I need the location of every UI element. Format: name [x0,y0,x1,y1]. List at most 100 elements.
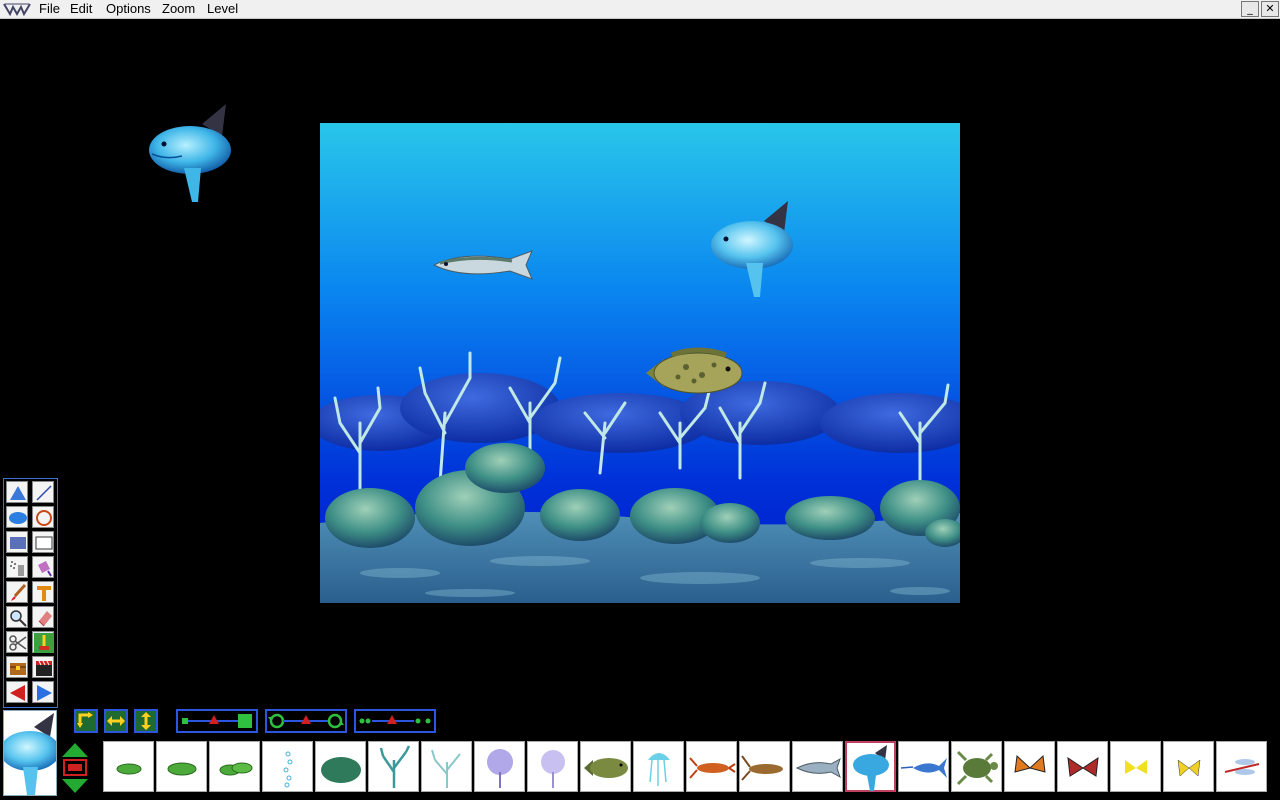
jellyfish-icon [648,753,670,786]
thumb-sea-turtle[interactable] [951,741,1002,792]
branch-coral-icon [379,745,411,788]
butterfly-icon [1125,760,1147,774]
app-logo-icon [3,3,31,17]
dotted-path-icon [359,715,431,724]
sunfish-sprite[interactable] [708,199,798,301]
thumb-red-lobster[interactable] [686,741,737,792]
close-button[interactable]: ✕ [1261,1,1279,17]
menu-options[interactable]: Options [106,1,151,17]
sea-fan-icon [487,749,513,788]
thumb-spiny-lobster[interactable] [739,741,790,792]
sea-fan-icon [541,750,565,788]
triangle-icon [10,486,26,500]
thumb-blue-marlin[interactable] [898,741,949,792]
next-button[interactable] [32,681,54,703]
line-icon [36,485,52,501]
filled-ellipse-tool[interactable] [6,506,28,528]
selected-sprite-preview [3,710,57,796]
sunfish-preview-icon [4,711,56,795]
scene-canvas[interactable] [320,123,960,603]
eraser-tool[interactable] [32,606,54,628]
flip-vertical-icon [136,711,156,731]
ellipse-tool[interactable] [32,506,54,528]
thumb-dragonfly[interactable] [1216,741,1267,792]
menu-level[interactable]: Level [207,1,238,17]
previous-button[interactable] [6,681,28,703]
layer-up-icon[interactable] [62,743,88,757]
magnifier-icon [10,610,27,627]
text-t-icon [37,586,51,601]
lilypad-icon [219,762,253,776]
menu-file[interactable]: File [39,1,60,17]
rectangle-tool[interactable] [32,531,54,553]
lobster-icon [741,755,783,781]
bubbles-icon [283,751,293,788]
arrow-right-icon [37,685,52,701]
paint-bucket-icon [38,561,52,577]
rectangle-icon [35,536,53,550]
thumb-yellow-butterfly[interactable] [1110,741,1161,792]
thumb-purple-sea-fan[interactable] [474,741,525,792]
thumb-grouper[interactable] [580,741,631,792]
thumb-green-lilypad-medium[interactable] [156,741,207,792]
white-coral-icon [431,749,461,788]
thumb-red-butterfly[interactable] [1057,741,1108,792]
rotate-motion-icon [268,713,344,729]
tool-palette [3,478,58,708]
line-tool[interactable] [32,481,54,503]
thumb-yellow-swallowtail[interactable] [1163,741,1214,792]
grouper-icon [584,758,628,778]
thumb-white-coral[interactable] [421,741,472,792]
thumb-bubbles-coral[interactable] [262,741,313,792]
flip-both-button[interactable] [74,709,98,733]
thumb-mackerel[interactable] [792,741,843,792]
floating-sunfish-sprite[interactable] [146,102,236,206]
scissors-tool[interactable] [6,631,28,653]
scissors-icon [9,635,27,651]
thumb-green-lilypad-small[interactable] [103,741,154,792]
eraser-icon [38,611,52,627]
flip-horizontal-icon [106,711,126,731]
menu-bar: File Edit Options Zoom Level _ ✕ [0,0,1280,19]
thumb-brain-coral[interactable] [315,741,366,792]
thumb-jellyfish[interactable] [633,741,684,792]
rotate-motion-button[interactable] [265,709,347,733]
path-motion-button[interactable] [176,709,258,733]
thumb-monarch-butterfly[interactable] [1004,741,1055,792]
zoom-tool[interactable] [6,606,28,628]
flip-both-icon [76,711,96,731]
mackerel-sprite[interactable] [432,247,536,283]
flip-vertical-button[interactable] [134,709,158,733]
lilypad-icon [116,763,142,775]
treasure-chest-tool[interactable] [6,656,28,678]
dotted-path-button[interactable] [354,709,436,733]
thumb-green-lilypad-pair[interactable] [209,741,260,792]
lilypad-icon [167,762,197,776]
underwater-background [320,123,960,603]
butterfly-icon [1014,754,1046,773]
brush-tool[interactable] [6,581,28,603]
butterfly-icon [1177,759,1201,777]
menu-zoom[interactable]: Zoom [162,1,195,17]
thumb-sunfish[interactable] [845,741,896,792]
layer-down-icon[interactable] [62,779,88,793]
filled-rectangle-tool[interactable] [6,531,28,553]
menu-edit[interactable]: Edit [70,1,92,17]
grouper-sprite[interactable] [642,345,746,403]
layer-select-icon[interactable] [63,759,87,776]
paint-bucket-tool[interactable] [32,556,54,578]
thumb-branch-coral[interactable] [368,741,419,792]
marlin-icon [900,758,947,778]
flip-horizontal-button[interactable] [104,709,128,733]
brain-coral-icon [321,757,361,783]
arrow-left-icon [10,685,25,701]
stamp-tool[interactable] [32,631,54,653]
triangle-tool[interactable] [6,481,28,503]
text-tool[interactable] [32,581,54,603]
filled-rectangle-icon [10,537,26,549]
film-clapper-icon [36,660,52,676]
film-clapper-tool[interactable] [32,656,54,678]
spray-tool[interactable] [6,556,28,578]
thumb-lavender-sea-fan[interactable] [527,741,578,792]
minimize-button[interactable]: _ [1241,1,1259,17]
